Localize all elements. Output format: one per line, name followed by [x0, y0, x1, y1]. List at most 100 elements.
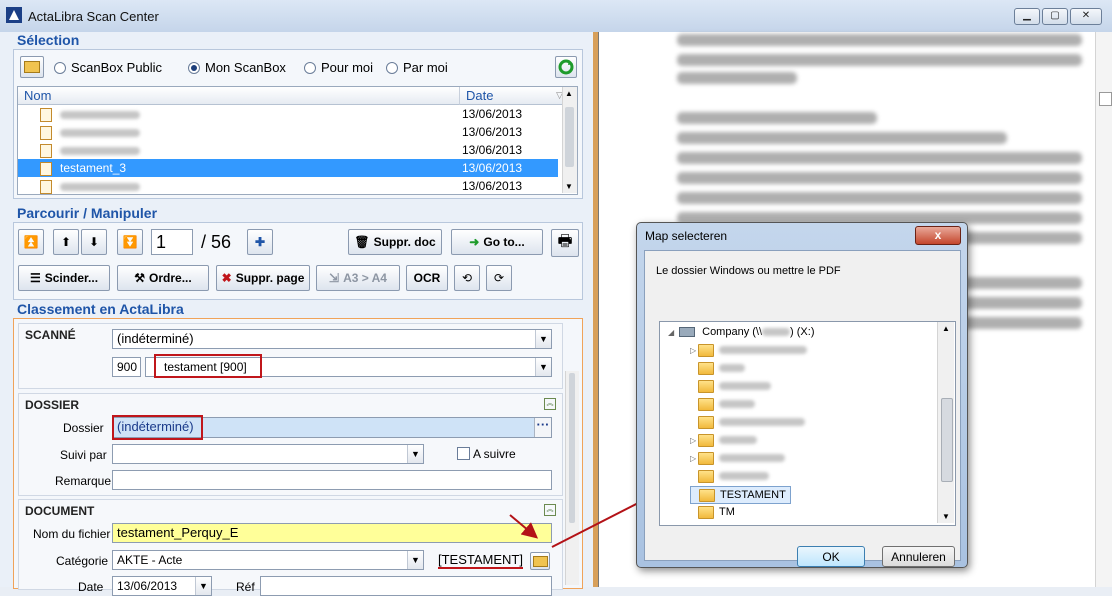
- page-number-input[interactable]: 1: [151, 229, 193, 255]
- next-page-button[interactable]: ⬇: [81, 229, 107, 255]
- scroll-down-icon[interactable]: ▼: [942, 512, 950, 521]
- scanne-type-select[interactable]: (indéterminé) ▼: [112, 329, 552, 349]
- rotate-right-button[interactable]: ⟳: [486, 265, 512, 291]
- tree-folder-tm[interactable]: TM: [690, 504, 735, 520]
- radio-mon-scanbox[interactable]: Mon ScanBox: [188, 60, 286, 75]
- scanne-label: SCANNÉ: [25, 328, 76, 342]
- chevron-down-icon[interactable]: ▼: [535, 330, 551, 348]
- ok-button[interactable]: OK: [797, 546, 865, 567]
- close-button[interactable]: ✕: [1070, 8, 1102, 25]
- scanne-section: SCANNÉ (indéterminé) ▼ 900 testament [900…: [18, 323, 563, 389]
- cancel-button[interactable]: Annuleren: [882, 546, 955, 567]
- table-row[interactable]: 13/06/2013: [18, 141, 558, 159]
- chevron-down-icon[interactable]: ▼: [407, 551, 423, 569]
- file-list[interactable]: Nom Date ▽ 13/06/2013 13/06/2013 13/06/20…: [17, 86, 578, 195]
- expand-arrow-icon[interactable]: ▷: [690, 433, 698, 449]
- dossier-section: DOSSIER ︽ Dossier (indéterminé) ··· Suivi…: [18, 393, 563, 496]
- minimize-button[interactable]: ▁: [1014, 8, 1040, 25]
- folder-icon: [698, 451, 714, 465]
- doc-text-line: [677, 54, 1082, 66]
- expand-arrow-icon[interactable]: ▷: [690, 451, 698, 467]
- scroll-thumb[interactable]: [565, 107, 574, 167]
- table-row[interactable]: 13/06/2013: [18, 177, 558, 195]
- delete-doc-button[interactable]: 🗑 Suppr. doc: [348, 229, 442, 255]
- chevron-down-icon[interactable]: ▼: [195, 577, 211, 595]
- folder-icon: [698, 361, 714, 375]
- tree-folder[interactable]: ▷: [690, 432, 757, 448]
- print-button[interactable]: 🖶: [551, 229, 579, 257]
- preview-scrollbar[interactable]: [1095, 32, 1112, 587]
- tree-folder[interactable]: [690, 468, 769, 484]
- last-page-icon: ⏬: [122, 235, 138, 249]
- first-page-button[interactable]: ⏫: [18, 229, 44, 255]
- add-pages-button[interactable]: ✚: [247, 229, 273, 255]
- more-icon[interactable]: ···: [534, 418, 551, 437]
- radio-par-moi[interactable]: Par moi: [386, 60, 448, 75]
- tree-folder[interactable]: [690, 414, 805, 430]
- file-icon: [40, 125, 52, 140]
- tree-folder[interactable]: [690, 360, 745, 376]
- collapse-icon[interactable]: ︽: [544, 398, 556, 410]
- chevron-down-icon[interactable]: ▼: [407, 445, 423, 463]
- arrow-to-folder-button: [509, 514, 539, 539]
- tree-root[interactable]: ◢ Company (\\) (X:): [668, 324, 815, 340]
- a3-to-a4-button[interactable]: ⇲ A3 > A4: [316, 265, 400, 291]
- tree-folder[interactable]: [690, 396, 755, 412]
- previous-page-button[interactable]: ⬆: [53, 229, 79, 255]
- doc-text-line: [677, 192, 1082, 204]
- tree-folder[interactable]: [690, 378, 771, 394]
- scroll-down-icon[interactable]: ▼: [565, 182, 573, 191]
- scroll-thumb[interactable]: [941, 398, 953, 482]
- refresh-button[interactable]: [555, 56, 577, 78]
- suivi-label: Suivi par: [60, 448, 107, 462]
- row-date: 13/06/2013: [462, 125, 523, 139]
- maximize-button[interactable]: ▢: [1042, 8, 1068, 25]
- scroll-thumb[interactable]: [1099, 92, 1112, 106]
- arrow-down-icon: ⬇: [88, 235, 100, 249]
- tree-folder-testament[interactable]: TESTAMENT: [690, 486, 791, 504]
- asuivre-checkbox[interactable]: [457, 447, 470, 460]
- collapse-arrow-icon[interactable]: ◢: [668, 325, 676, 341]
- scroll-up-icon[interactable]: ▲: [565, 89, 573, 98]
- table-row[interactable]: 13/06/2013: [18, 105, 558, 123]
- rotate-left-icon: ⟲: [461, 271, 473, 285]
- table-row[interactable]: 13/06/2013: [18, 123, 558, 141]
- ref-field[interactable]: [260, 576, 552, 596]
- selection-heading: Sélection: [17, 32, 80, 48]
- rotate-left-button[interactable]: ⟲: [454, 265, 480, 291]
- category-select[interactable]: AKTE - Acte ▼: [112, 550, 424, 570]
- tree-folder[interactable]: ▷: [690, 342, 807, 358]
- file-list-scrollbar[interactable]: ▲ ▼: [562, 87, 577, 193]
- split-button[interactable]: ☰ Scinder...: [18, 265, 110, 291]
- folder-open-button[interactable]: [20, 56, 44, 78]
- order-button[interactable]: ⚒ Ordre...: [117, 265, 209, 291]
- remarque-field[interactable]: [112, 470, 552, 490]
- delete-page-button[interactable]: ✖ Suppr. page: [216, 265, 310, 291]
- column-header-date[interactable]: Date ▽: [459, 87, 569, 105]
- tree-folder[interactable]: ▷: [690, 450, 785, 466]
- doc-text-line: [677, 112, 877, 124]
- printer-icon: 🖶: [557, 232, 573, 250]
- suivi-select[interactable]: ▼: [112, 444, 424, 464]
- expand-arrow-icon[interactable]: ▷: [690, 343, 698, 359]
- column-header-name[interactable]: Nom: [18, 87, 465, 105]
- last-page-button[interactable]: ⏬: [117, 229, 143, 255]
- goto-button[interactable]: ➜ Go to...: [451, 229, 543, 255]
- radio-scanbox-public[interactable]: ScanBox Public: [54, 60, 162, 75]
- dialog-close-button[interactable]: x: [915, 226, 961, 245]
- date-field[interactable]: 13/06/2013 ▼: [112, 576, 212, 596]
- page-total: / 56: [201, 232, 232, 252]
- scanne-code-field[interactable]: 900: [112, 357, 141, 377]
- date-label: Date: [78, 580, 104, 594]
- chevron-down-icon[interactable]: ▼: [535, 358, 551, 376]
- folder-icon: [698, 415, 714, 429]
- trash-icon: 🗑: [354, 235, 370, 249]
- tree-scrollbar[interactable]: ▲ ▼: [937, 322, 954, 523]
- folder-icon: [698, 397, 714, 411]
- scroll-up-icon[interactable]: ▲: [942, 324, 950, 333]
- radio-pour-moi[interactable]: Pour moi: [304, 60, 373, 75]
- ocr-button[interactable]: OCR: [406, 265, 448, 291]
- filename-field[interactable]: testament_Perquy_E: [112, 523, 552, 543]
- folder-tree[interactable]: ◢ Company (\\) (X:) ▷ ▷ ▷ TESTAMENT TM ▲…: [659, 321, 956, 526]
- table-row-selected[interactable]: testament_3 13/06/2013: [18, 159, 558, 177]
